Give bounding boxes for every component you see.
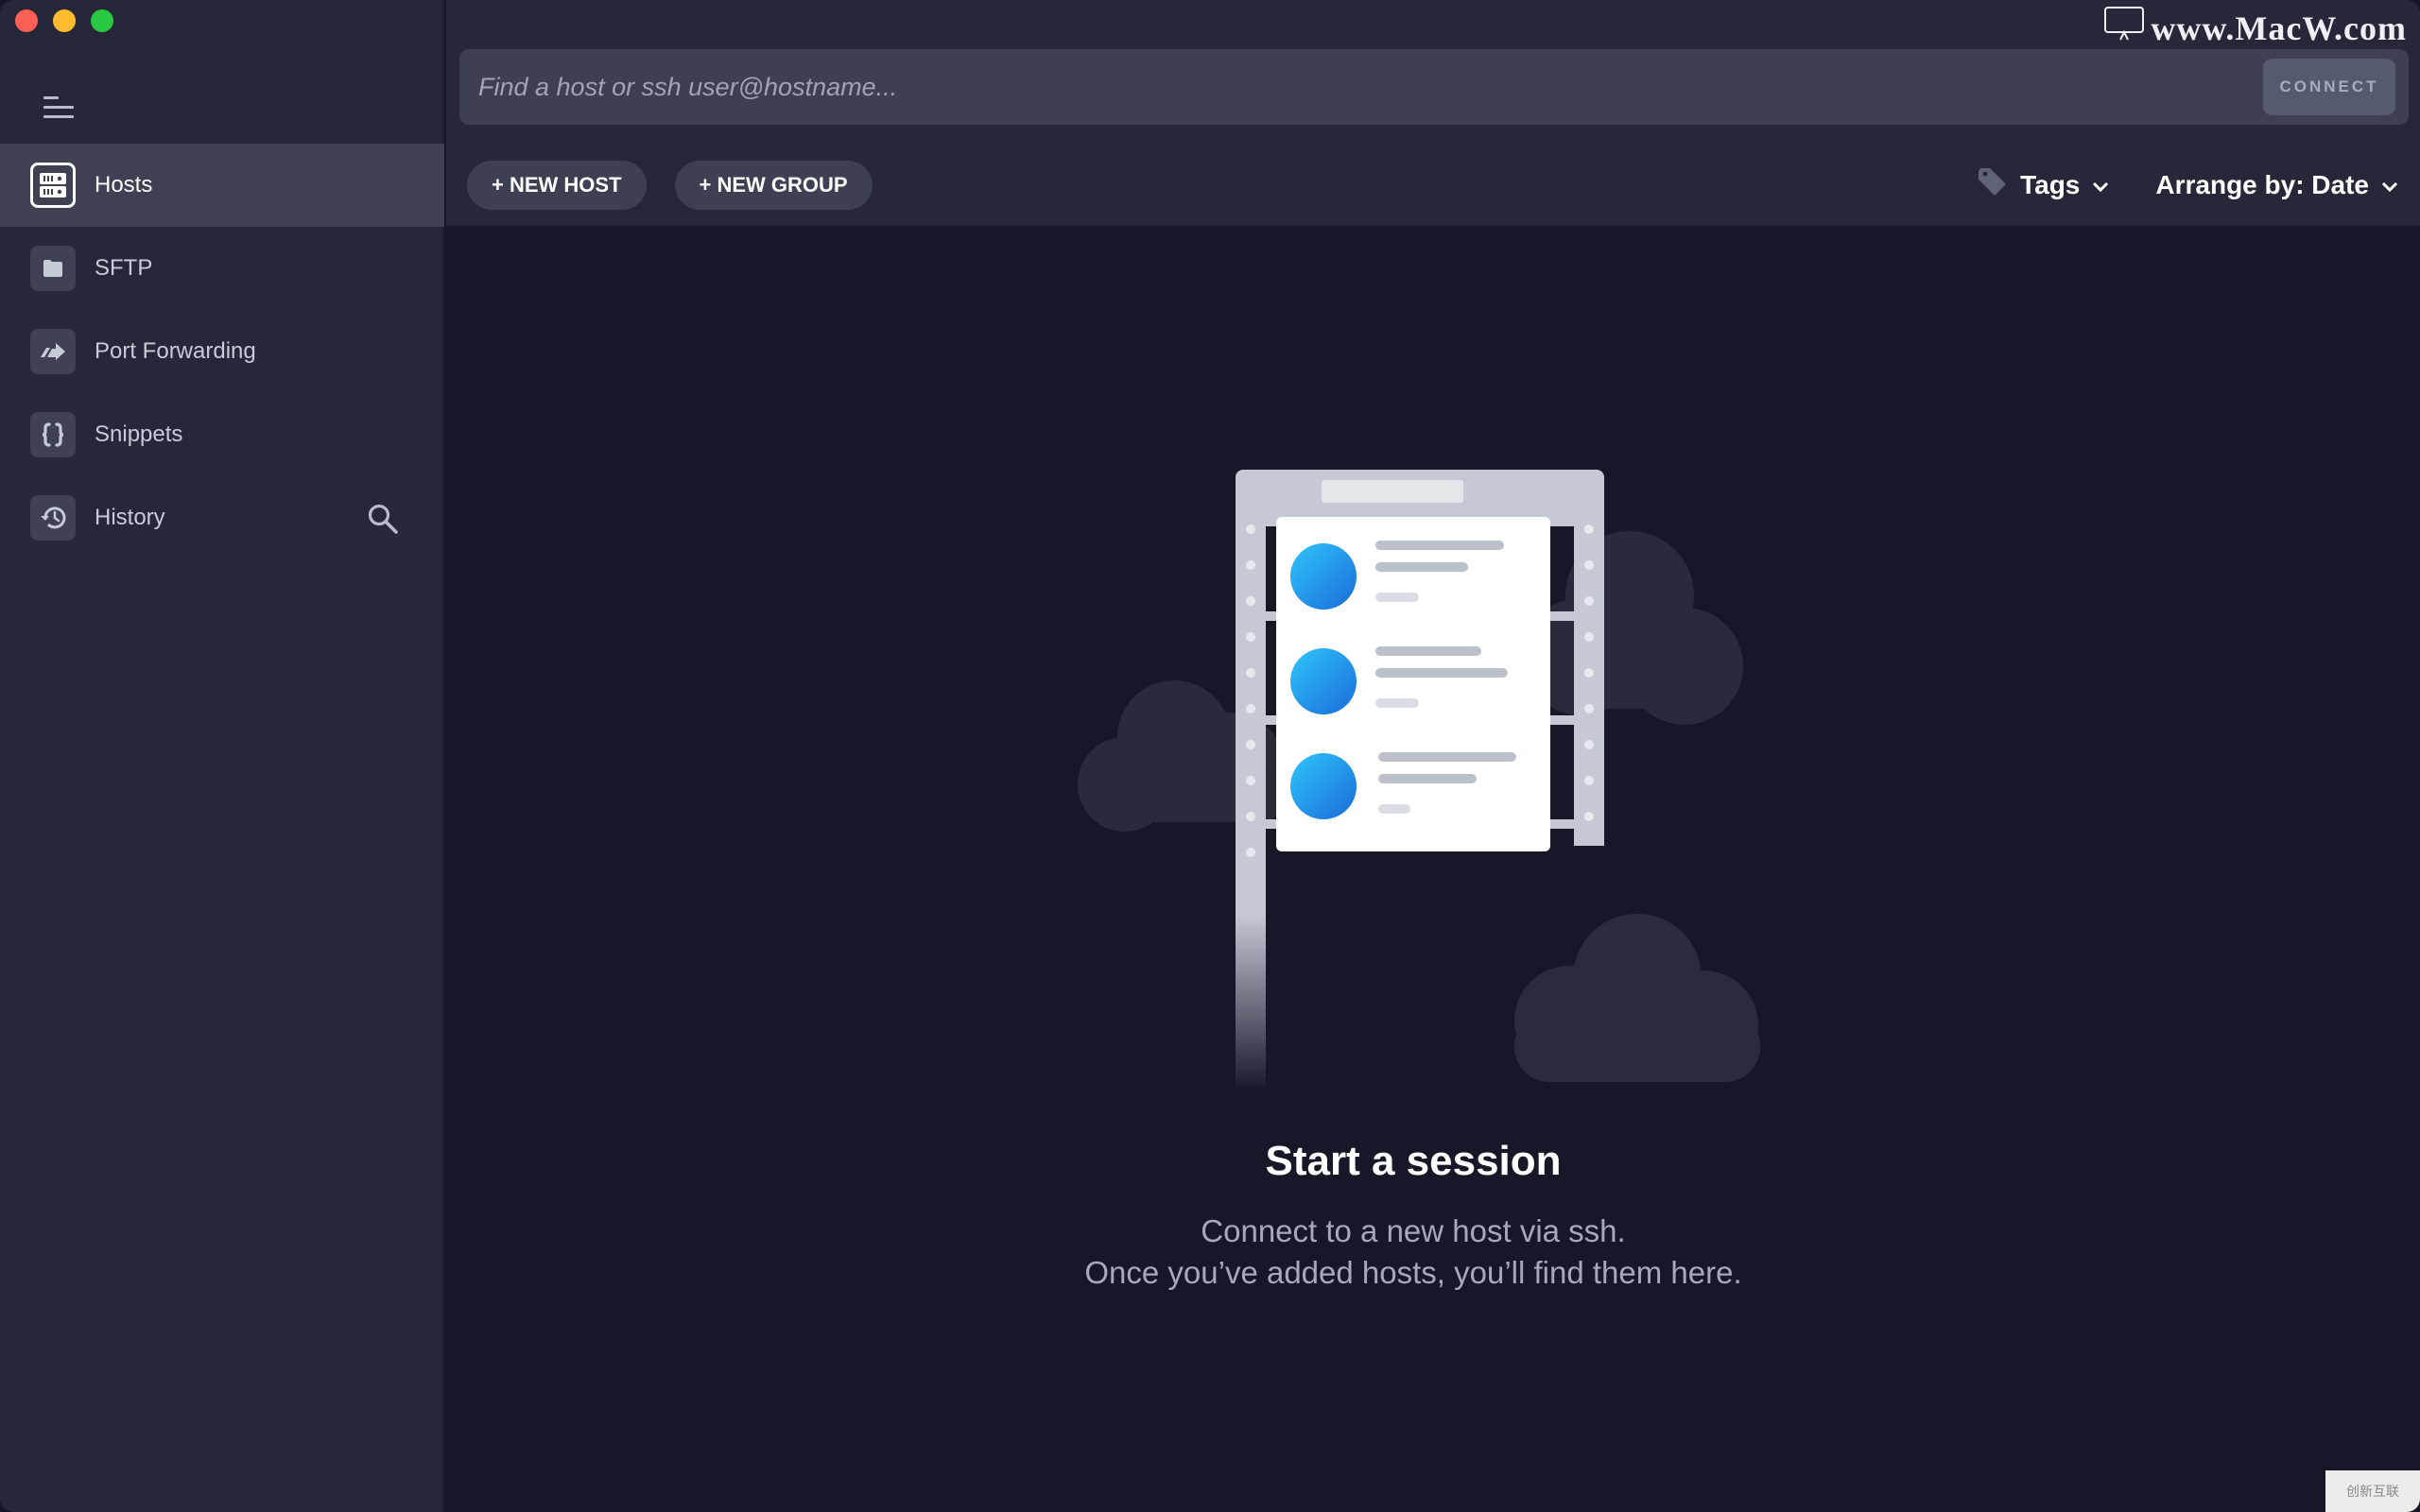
sidebar-item-label: SFTP (95, 255, 153, 281)
sidebar-item-label: Snippets (95, 421, 183, 447)
action-buttons: + NEW HOST + NEW GROUP (467, 161, 873, 210)
server-icon (30, 163, 76, 208)
server-rack-illustration (1078, 470, 1760, 1091)
cloud-bottom-right (1514, 914, 1760, 1082)
zoom-window-button[interactable] (91, 9, 113, 32)
close-window-button[interactable] (15, 9, 38, 32)
cloud-right (1522, 531, 1743, 725)
search-icon[interactable] (367, 503, 399, 535)
forward-arrow-icon (30, 329, 76, 374)
arrange-by-label: Arrange by: Date (2155, 169, 2369, 199)
sidebar-item-label: Hosts (95, 172, 153, 198)
arrange-by-dropdown[interactable]: Arrange by: Date (2155, 170, 2399, 200)
minimize-window-button[interactable] (53, 9, 76, 32)
new-host-button[interactable]: + NEW HOST (467, 161, 647, 210)
hamburger-icon[interactable] (42, 91, 76, 121)
host-search-input[interactable] (459, 49, 2263, 125)
chevron-down-icon (2380, 170, 2399, 200)
sidebar-nav: Hosts SFTP Port Forwarding Snippets Hist… (0, 144, 444, 559)
sidebar-item-sftp[interactable]: SFTP (0, 227, 444, 310)
new-group-button[interactable]: + NEW GROUP (674, 161, 873, 210)
tag-icon (1977, 166, 2007, 203)
empty-state-description-line1: Connect to a new host via ssh. (1201, 1213, 1626, 1248)
app-window: Hosts SFTP Port Forwarding Snippets Hist… (0, 0, 2420, 1512)
braces-icon (30, 412, 76, 457)
sidebar-item-label: History (95, 505, 165, 530)
rack-card-1 (1276, 517, 1550, 640)
rack-card-3 (1276, 729, 1550, 851)
monitor-icon (2103, 6, 2145, 50)
chevron-down-icon (2091, 170, 2110, 200)
host-search-bar: CONNECT (459, 49, 2409, 125)
empty-state-title: Start a session (1265, 1138, 1562, 1184)
main-panel: CONNECT + NEW HOST + NEW GROUP Tags (446, 0, 2420, 1512)
watermark: www.MacW.com (2103, 6, 2407, 50)
corner-watermark-badge: 创新互联 (2325, 1470, 2420, 1512)
sidebar: Hosts SFTP Port Forwarding Snippets Hist… (0, 0, 444, 1512)
sidebar-item-hosts[interactable]: Hosts (0, 144, 444, 227)
view-controls: Tags Arrange by: Date (1977, 166, 2399, 203)
sidebar-item-port-forwarding[interactable]: Port Forwarding (0, 310, 444, 393)
rack-card-2 (1276, 623, 1550, 746)
sidebar-item-history[interactable]: History (0, 476, 444, 559)
window-controls (15, 9, 113, 32)
connect-button[interactable]: CONNECT (2263, 59, 2395, 115)
tags-dropdown[interactable]: Tags (1977, 166, 2110, 203)
watermark-text: www.MacW.com (2151, 9, 2407, 47)
tags-label: Tags (2020, 169, 2081, 199)
empty-state-description-line2: Once you’ve added hosts, you’ll find the… (1084, 1255, 1742, 1290)
folder-icon (30, 246, 76, 291)
sidebar-item-snippets[interactable]: Snippets (0, 393, 444, 476)
history-icon (30, 495, 76, 541)
sidebar-item-label: Port Forwarding (95, 338, 256, 364)
